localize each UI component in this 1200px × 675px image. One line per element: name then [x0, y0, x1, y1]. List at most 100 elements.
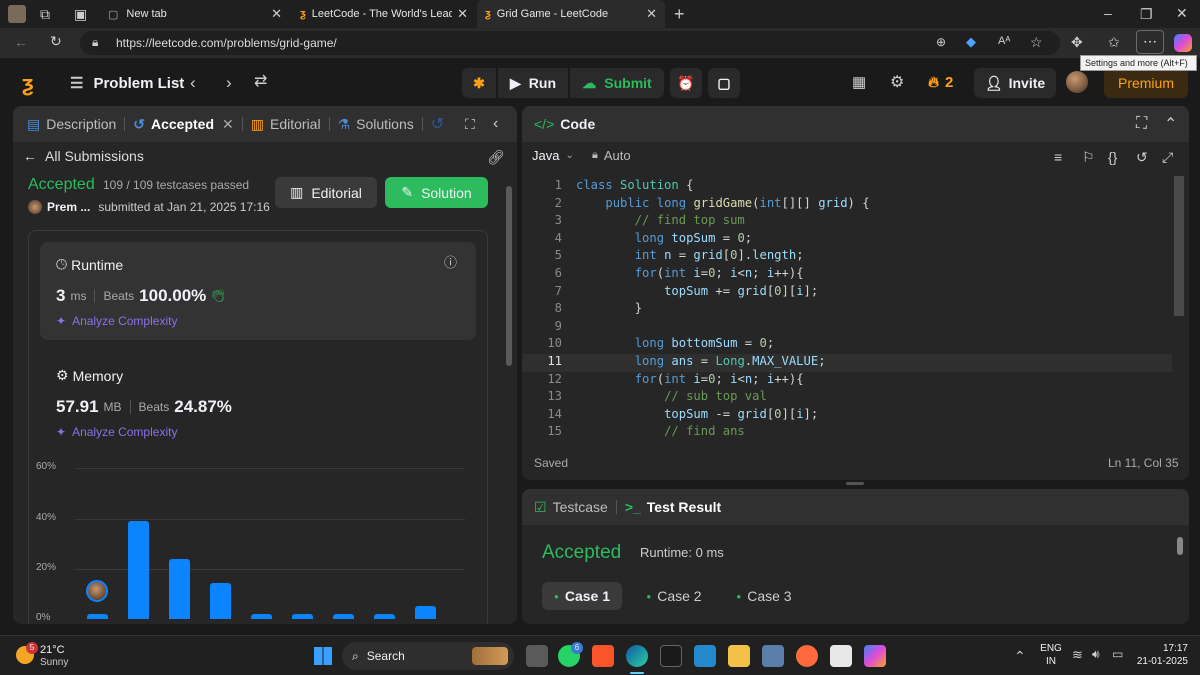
runtime-card[interactable]: 🕒︎ Runtime ⓘ 3 ms Beats 100.00% 👏︎ ✦ Analy…	[40, 242, 476, 340]
collapse-icon[interactable]: ‹	[493, 115, 498, 133]
language-indicator[interactable]: ENG IN	[1040, 643, 1062, 667]
code-line[interactable]: 7 topSum += grid[0][i];	[522, 284, 1172, 302]
chevron-up-icon[interactable]: ⌃	[1014, 649, 1026, 663]
editorial-button[interactable]: ▥ Editorial	[275, 177, 377, 208]
close-tab-icon[interactable]: ✕	[646, 6, 657, 22]
left-scrollbar[interactable]	[506, 186, 512, 366]
run-button[interactable]: ▶ Run	[498, 68, 568, 98]
debug-button[interactable]: ✱	[462, 68, 496, 98]
tab-description[interactable]: ▤ Description	[21, 116, 122, 133]
format-icon[interactable]: ≡	[1054, 150, 1062, 164]
share-link-icon[interactable]: 🔗︎	[487, 150, 505, 164]
favorite-star-icon[interactable]: ☆	[1030, 35, 1043, 49]
code-line[interactable]: 12 for(int i=0; i<n; i++){	[522, 372, 1172, 390]
code-line[interactable]: 6 for(int i=0; i<n; i++){	[522, 266, 1172, 284]
code-line[interactable]: 10 long bottomSum = 0;	[522, 336, 1172, 354]
terminal-app-icon[interactable]	[660, 645, 682, 667]
profile-avatar[interactable]	[8, 5, 26, 23]
chart-bar[interactable]	[210, 582, 231, 619]
code-editor[interactable]: 1 class Solution {2 public long gridGame(…	[522, 176, 1172, 441]
streak-counter[interactable]: 🔥︎ 2	[928, 74, 953, 91]
read-aloud-icon[interactable]: Aᴬ	[998, 36, 1010, 47]
edge-icon[interactable]	[626, 645, 648, 667]
close-tab-icon[interactable]: ✕	[457, 6, 468, 22]
chart-bar[interactable]	[128, 520, 149, 619]
volume-icon[interactable]: 🔊︎	[1092, 648, 1100, 660]
copilot-icon[interactable]	[1174, 34, 1192, 52]
result-scrollbar[interactable]	[1177, 537, 1183, 555]
clock[interactable]: 17:17 21-01-2025	[1134, 643, 1188, 667]
extensions-icon[interactable]: ✥	[1071, 35, 1083, 49]
analyze-complexity-memory[interactable]: ✦ Analyze Complexity	[56, 425, 177, 439]
problem-list-link[interactable]: ☰ Problem List	[70, 74, 184, 93]
drawing-app-icon[interactable]	[796, 645, 818, 667]
language-select[interactable]: Java ⌄	[532, 148, 574, 163]
close-tab-icon[interactable]: ✕	[222, 116, 234, 133]
invite-button[interactable]: 👤︎ Invite	[974, 68, 1056, 98]
workspaces-icon[interactable]: ⧉	[40, 7, 50, 21]
chart-bar[interactable]	[415, 606, 436, 619]
code-line[interactable]: 2 public long gridGame(int[][] grid) {	[522, 196, 1172, 214]
chart-bar[interactable]	[374, 613, 395, 619]
code-line[interactable]: 11 long ans = Long.MAX_VALUE;	[522, 354, 1172, 372]
tab-accepted[interactable]: ↺ Accepted ✕	[127, 116, 240, 133]
code-line[interactable]: 15 // find ans	[522, 424, 1172, 441]
tab-leetcode-home[interactable]: ƺLeetCode - The World's Leading C ✕	[292, 0, 476, 28]
submit-button[interactable]: ☁ Submit	[570, 68, 664, 98]
tab-editorial[interactable]: ▥ Editorial	[245, 116, 327, 133]
minimize-icon[interactable]: –	[1104, 6, 1112, 20]
close-tab-icon[interactable]: ✕	[271, 6, 282, 22]
file-explorer-icon[interactable]	[728, 645, 750, 667]
brave-icon[interactable]	[592, 645, 614, 667]
timer-button[interactable]: ⏰	[670, 68, 702, 98]
close-window-icon[interactable]: ✕	[1176, 6, 1188, 20]
restore-icon[interactable]: ❐	[1140, 7, 1153, 21]
store-icon[interactable]	[830, 645, 852, 667]
user-avatar[interactable]	[1066, 71, 1088, 93]
notes-button[interactable]: ▢	[708, 68, 740, 98]
copilot-app-icon[interactable]	[864, 645, 886, 667]
case-3-tab[interactable]: ● Case 3	[724, 582, 804, 610]
chart-bar[interactable]	[169, 558, 190, 619]
weather-widget[interactable]: 5 21°C Sunny	[14, 642, 104, 670]
chart-bar[interactable]	[87, 613, 108, 619]
maximize-icon[interactable]: ⛶	[1136, 115, 1147, 133]
code-line[interactable]: 8 }	[522, 301, 1172, 319]
task-view-icon[interactable]	[526, 645, 548, 667]
url-bar[interactable]: 🔒︎ https://leetcode.com/problems/grid-ga…	[80, 31, 1060, 55]
chart-bar[interactable]	[333, 613, 354, 619]
vscode-icon[interactable]	[694, 645, 716, 667]
favorites-icon[interactable]: ✩	[1108, 35, 1120, 49]
maximize-icon[interactable]: ⛶	[465, 116, 475, 133]
tab-testcase[interactable]: ☑ Testcase	[534, 499, 614, 516]
case-1-tab[interactable]: ● Case 1	[542, 582, 622, 610]
code-line[interactable]: 1 class Solution {	[522, 178, 1172, 196]
info-icon[interactable]: ⓘ	[444, 256, 457, 269]
fullscreen-icon[interactable]: ⤢	[1162, 150, 1173, 164]
code-line[interactable]: 9	[522, 319, 1172, 337]
code-line[interactable]: 3 // find top sum	[522, 213, 1172, 231]
tab-actions-icon[interactable]: ▣	[74, 7, 87, 21]
auto-mode[interactable]: 🔒︎ Auto	[592, 148, 631, 163]
code-scrollbar[interactable]	[1174, 176, 1184, 316]
tab-new-tab[interactable]: ▢ New tab ✕	[100, 0, 290, 28]
tab-test-result[interactable]: >_ Test Result	[619, 499, 727, 515]
case-2-tab[interactable]: ● Case 2	[634, 582, 714, 610]
code-line[interactable]: 5 int n = grid[0].length;	[522, 248, 1172, 266]
chart-bar[interactable]	[292, 613, 313, 619]
solution-button[interactable]: ✎ Solution	[385, 177, 488, 208]
site-info-icon[interactable]: 🔒︎	[92, 36, 98, 48]
next-problem-icon[interactable]: ›	[226, 74, 232, 91]
code-line[interactable]: 13 // sub top val	[522, 389, 1172, 407]
code-line[interactable]: 14 topSum -= grid[0][i];	[522, 407, 1172, 425]
code-line[interactable]: 4 long topSum = 0;	[522, 231, 1172, 249]
memory-section[interactable]: ⚙ Memory 57.91 MB Beats 24.87% ✦ Analyze C…	[40, 353, 476, 443]
premium-button[interactable]: Premium	[1104, 68, 1188, 98]
coupon-icon[interactable]: ◆	[966, 35, 976, 48]
chart-bar[interactable]	[251, 613, 272, 619]
submissions-icon[interactable]: ↺	[431, 114, 444, 134]
prev-problem-icon[interactable]: ‹	[190, 74, 196, 91]
layout-icon[interactable]: ▦	[852, 75, 866, 90]
refresh-icon[interactable]: ↻	[50, 34, 62, 48]
tab-grid-game[interactable]: ƺ Grid Game - LeetCode ✕	[477, 0, 665, 28]
